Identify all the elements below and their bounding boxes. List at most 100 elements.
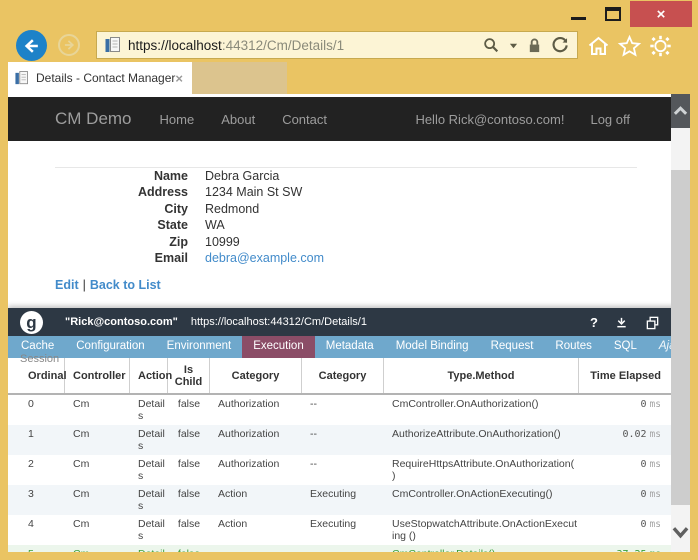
- table-row: 0 Cm Details false Authorization -- CmControll…: [8, 395, 690, 425]
- greeting-text[interactable]: Hello Rick@contoso.com!: [415, 112, 564, 127]
- column-header-label: Is Child: [174, 363, 203, 388]
- time-unit: ms: [649, 459, 661, 470]
- table-cell: 4: [28, 518, 34, 530]
- table-cell: --: [310, 428, 317, 440]
- chevron-down-icon: [672, 527, 689, 539]
- page-scrollbar[interactable]: [671, 94, 690, 552]
- nav-link-home[interactable]: Home: [160, 112, 195, 127]
- column-header-label: Type.Method: [447, 369, 515, 382]
- time-elapsed-cell: 0 ms: [579, 455, 663, 474]
- back-to-list-link[interactable]: Back to List: [90, 278, 161, 292]
- field-value[interactable]: debra@example.com: [205, 250, 324, 266]
- field-label: Email: [154, 251, 188, 266]
- glimpse-tab-sql[interactable]: SQL: [603, 336, 648, 358]
- table-cell: false: [168, 545, 210, 552]
- table-cell: false: [177, 458, 201, 470]
- glimpse-panel: g "Rick@contoso.com" https://localhost:4…: [8, 308, 690, 552]
- glimpse-tab-model-binding[interactable]: Model Binding: [385, 336, 480, 358]
- table-cell: Cm: [73, 398, 90, 410]
- table-cell: 2: [28, 458, 34, 470]
- table-cell: Cm: [73, 428, 90, 440]
- contact-details: Name Debra Garcia Address 1234 Main St SW Ci…: [55, 168, 324, 266]
- time-value: 37.25: [616, 549, 646, 552]
- time-value: 0.02: [622, 429, 647, 440]
- scrollbar-up-button[interactable]: [671, 94, 690, 128]
- table-cell: Authorization: [218, 398, 280, 410]
- glimpse-tab-execution[interactable]: Execution: [242, 336, 315, 358]
- table-cell: Cm: [73, 488, 90, 500]
- table-cell: Authorization: [218, 428, 280, 440]
- time-unit: ms: [649, 519, 661, 530]
- time-elapsed-cell: 0 ms: [579, 395, 663, 414]
- page-favicon: [105, 36, 120, 52]
- table-row: 5CmDetailsfalse----CmController.Details(…: [8, 545, 690, 552]
- settings-gear-icon[interactable]: [648, 34, 673, 58]
- maximize-button[interactable]: [605, 7, 621, 21]
- table-cell: UseStopwatchAttribute.OnActionExecuting …: [392, 518, 578, 542]
- scrollbar-down-button[interactable]: [671, 516, 690, 548]
- field-label: Address: [137, 185, 188, 200]
- glimpse-user: "Rick@contoso.com": [65, 316, 178, 328]
- address-bar[interactable]: https://localhost:44312/Cm/Details/1: [96, 31, 578, 59]
- minimize-button[interactable]: [571, 17, 586, 20]
- table-cell: Details: [138, 488, 165, 512]
- glimpse-tab-request[interactable]: Request: [480, 336, 545, 358]
- table-cell: Details: [138, 518, 165, 542]
- table-cell: CmController.OnActionExecuting(): [392, 488, 553, 500]
- search-dropdown-icon[interactable]: [509, 41, 518, 50]
- browser-tab[interactable]: Details - Contact Manager ×: [8, 62, 192, 94]
- column-header: Controller: [65, 358, 130, 393]
- glimpse-tab-metadata[interactable]: Metadata: [315, 336, 385, 358]
- nav-link-about[interactable]: About: [221, 112, 255, 127]
- field-value: 1234 Main St SW: [205, 185, 303, 200]
- help-icon[interactable]: ?: [590, 315, 598, 330]
- table-cell: --: [210, 545, 302, 552]
- refresh-icon[interactable]: [551, 36, 569, 54]
- table-row: 2 Cm Details false Authorization -- RequireHtt…: [8, 455, 690, 485]
- contact-field-row: Zip 10999: [55, 234, 324, 250]
- site-brand[interactable]: CM Demo: [55, 109, 132, 129]
- table-row: 3 Cm Details false Action Executing CmControll…: [8, 485, 690, 515]
- dock-minimize-icon[interactable]: [615, 315, 628, 330]
- home-icon[interactable]: [586, 34, 611, 58]
- column-header-label: Category: [231, 369, 280, 382]
- time-unit: ms: [650, 549, 661, 552]
- column-header-label: Ordinal: [28, 369, 67, 382]
- back-button[interactable]: [16, 30, 47, 61]
- field-value: WA: [205, 218, 225, 233]
- new-tab-button[interactable]: [192, 62, 287, 94]
- site-nav-links: Home About Contact: [160, 112, 327, 127]
- favorites-star-icon[interactable]: [617, 34, 642, 58]
- column-header-label: Category: [318, 369, 367, 382]
- nav-link-contact[interactable]: Contact: [282, 112, 327, 127]
- close-button[interactable]: ×: [630, 1, 692, 27]
- time-elapsed-cell: 0 ms: [579, 515, 663, 534]
- glimpse-header: g "Rick@contoso.com" https://localhost:4…: [8, 308, 690, 336]
- glimpse-tab-configuration[interactable]: Configuration: [65, 336, 155, 358]
- field-label: State: [157, 218, 188, 233]
- url-text[interactable]: https://localhost:44312/Cm/Details/1: [128, 38, 482, 53]
- column-header-label: Time Elapsed: [590, 369, 661, 382]
- column-header: Category: [302, 358, 384, 393]
- tab-close-icon[interactable]: ×: [175, 72, 183, 85]
- popout-window-icon[interactable]: [645, 315, 660, 330]
- chevron-up-icon: [673, 106, 688, 115]
- glimpse-tab-routes[interactable]: Routes: [544, 336, 602, 358]
- table-row: 4 Cm Details false Action Executing UseStopwat…: [8, 515, 690, 545]
- logoff-link[interactable]: Log off: [590, 112, 630, 127]
- edit-link[interactable]: Edit: [55, 278, 79, 292]
- table-cell: Executing: [310, 488, 357, 500]
- glimpse-tab-environment[interactable]: Environment: [156, 336, 243, 358]
- glimpse-table: Ordinal Controller Action Is Child Category C…: [8, 358, 690, 552]
- scrollbar-thumb[interactable]: [671, 170, 690, 505]
- field-label: Name: [153, 169, 188, 183]
- contact-field-row: Email debra@example.com: [55, 250, 324, 266]
- table-cell: Executing: [310, 518, 357, 530]
- column-header: Type.Method: [384, 358, 579, 393]
- tab-favicon: [15, 70, 28, 84]
- search-icon[interactable]: [482, 36, 500, 54]
- time-value: 0: [640, 519, 647, 530]
- forward-button[interactable]: [58, 34, 80, 56]
- glimpse-logo-icon[interactable]: g: [20, 310, 43, 334]
- actions-separator: |: [82, 278, 86, 292]
